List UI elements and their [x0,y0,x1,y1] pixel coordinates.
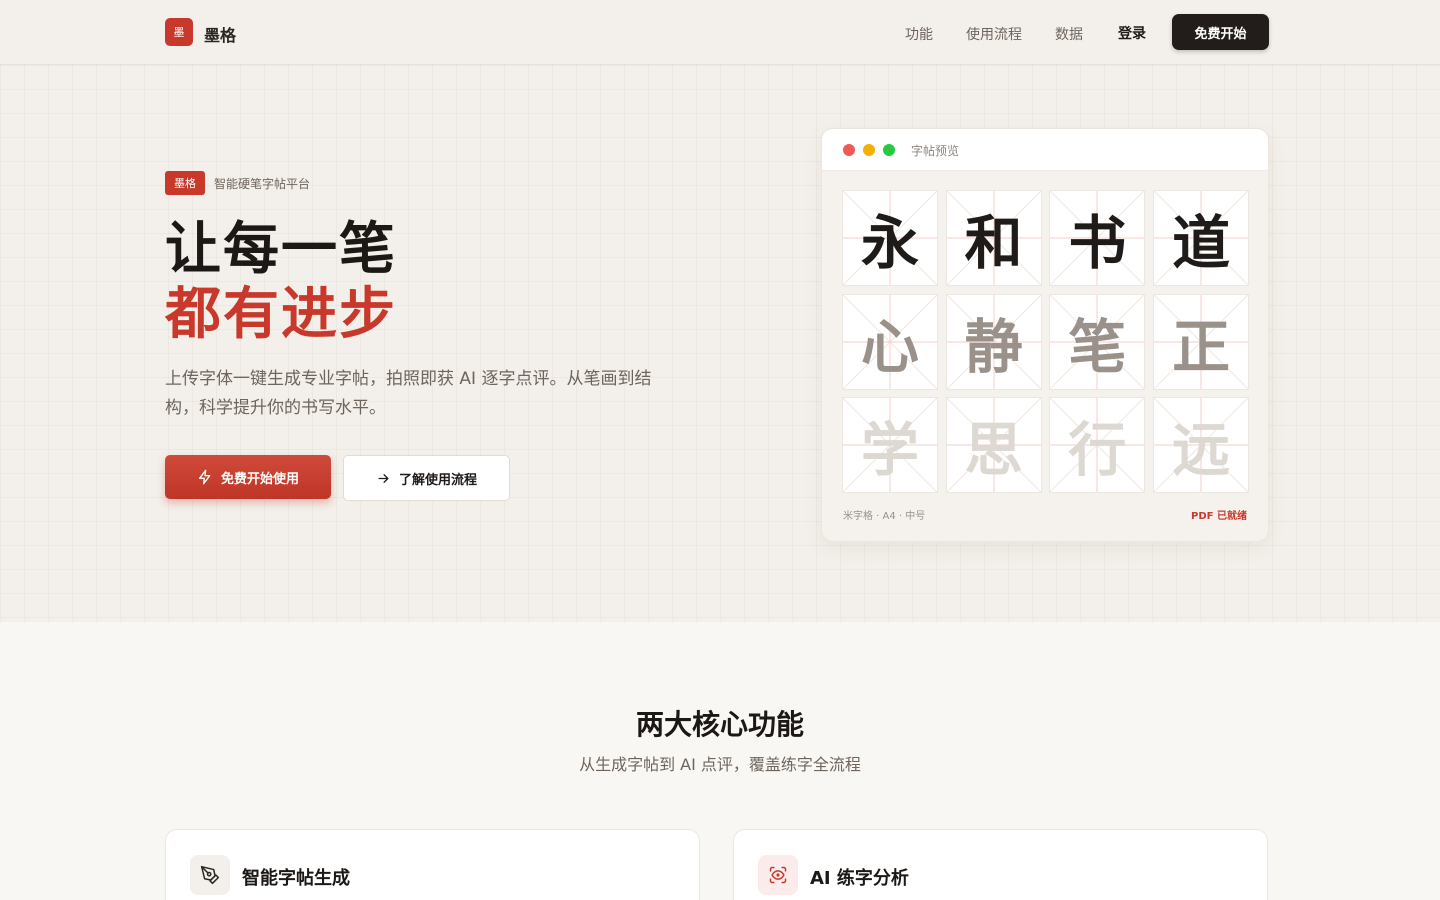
preview-titlebar: 字帖预览 [822,129,1268,171]
tagline: 智能硬笔字帖平台 [214,177,311,191]
learn-workflow-label: 了解使用流程 [398,472,477,488]
grid-character: 和 [964,209,1023,277]
features-subtitle: 从生成字帖到 AI 点评，覆盖练字全流程 [579,755,861,774]
grid-cell: 笔 [1049,293,1146,390]
pen-icon [190,855,230,895]
lightning-icon [198,469,211,485]
arrow-right-icon [378,473,389,483]
grid-cell: 永 [842,190,938,286]
grid-character: 学 [860,416,919,485]
grid-cell: 行 [1049,397,1146,494]
minimize-dot-icon [863,144,875,156]
scan-eye-icon [758,855,798,895]
logo-icon[interactable]: 墨 [165,18,193,46]
grid-cell: 道 [1153,190,1250,286]
nav-workflow[interactable]: 使用流程 [966,24,1022,44]
hero-title-line1: 让每一笔 [165,216,397,282]
grid-character: 笔 [1068,312,1127,381]
grid-cell: 学 [842,397,938,494]
hero-title-line2: 都有进步 [165,281,397,347]
feature-title-copybook: 智能字帖生成 [242,868,350,889]
preview-meta: 米字格 · A4 · 中号 [843,511,926,522]
nav-data[interactable]: 数据 [1055,24,1083,44]
login-link[interactable]: 登录 [1118,23,1146,43]
hero-description: 上传字体一键生成专业字帖，拍照即获 AI 逐字点评。从笔画到结构，科学提升你的书… [165,369,652,418]
grid-cell: 思 [945,397,1042,494]
grid-character: 书 [1068,209,1127,277]
grid-cell: 静 [945,293,1042,390]
grid-cell: 远 [1153,397,1250,494]
preview-title: 字帖预览 [911,144,960,158]
hero-section: 墨格 智能硬笔字帖平台 让每一笔 都有进步 上传字体一键生成专业字帖，拍照即获 … [0,65,1440,622]
brand-name[interactable]: 墨格 [204,22,236,46]
close-dot-icon [843,144,855,156]
grid-cell: 书 [1049,190,1146,286]
grid-character: 思 [964,416,1023,485]
start-free-use-label: 免费开始使用 [220,471,299,487]
grid-cell: 和 [945,190,1042,286]
maximize-dot-icon [883,144,895,156]
grid-character: 行 [1068,416,1127,485]
feature-card-copybook[interactable]: 智能字帖生成 [165,829,700,900]
pdf-status: PDF 已就绪 [1191,511,1247,522]
feature-card-ai-analysis[interactable]: AI 练字分析 [733,829,1268,900]
start-free-button[interactable]: 免费开始 [1172,14,1269,50]
grid-character: 心 [860,312,919,381]
grid-cell: 心 [842,293,938,390]
grid-character: 正 [1172,312,1231,381]
features-title: 两大核心功能 [635,708,804,741]
grid-character: 静 [964,312,1023,381]
learn-workflow-button[interactable]: 了解使用流程 [343,455,510,501]
nav-features[interactable]: 功能 [905,24,933,44]
brand-tag: 墨格 [165,171,205,195]
grid-character: 永 [860,209,919,277]
grid-character: 道 [1172,209,1231,277]
feature-title-ai-analysis: AI 练字分析 [810,868,909,889]
copybook-preview-card: 字帖预览 永和书道心静笔正学思行远 米字格 · A4 · 中号 PDF 已就绪 [821,128,1269,542]
grid-character: 远 [1172,416,1231,485]
header: 墨 墨格 功能 使用流程 数据 登录 免费开始 [0,0,1440,65]
grid-cell: 正 [1153,293,1250,390]
start-free-use-button[interactable]: 免费开始使用 [165,455,331,499]
